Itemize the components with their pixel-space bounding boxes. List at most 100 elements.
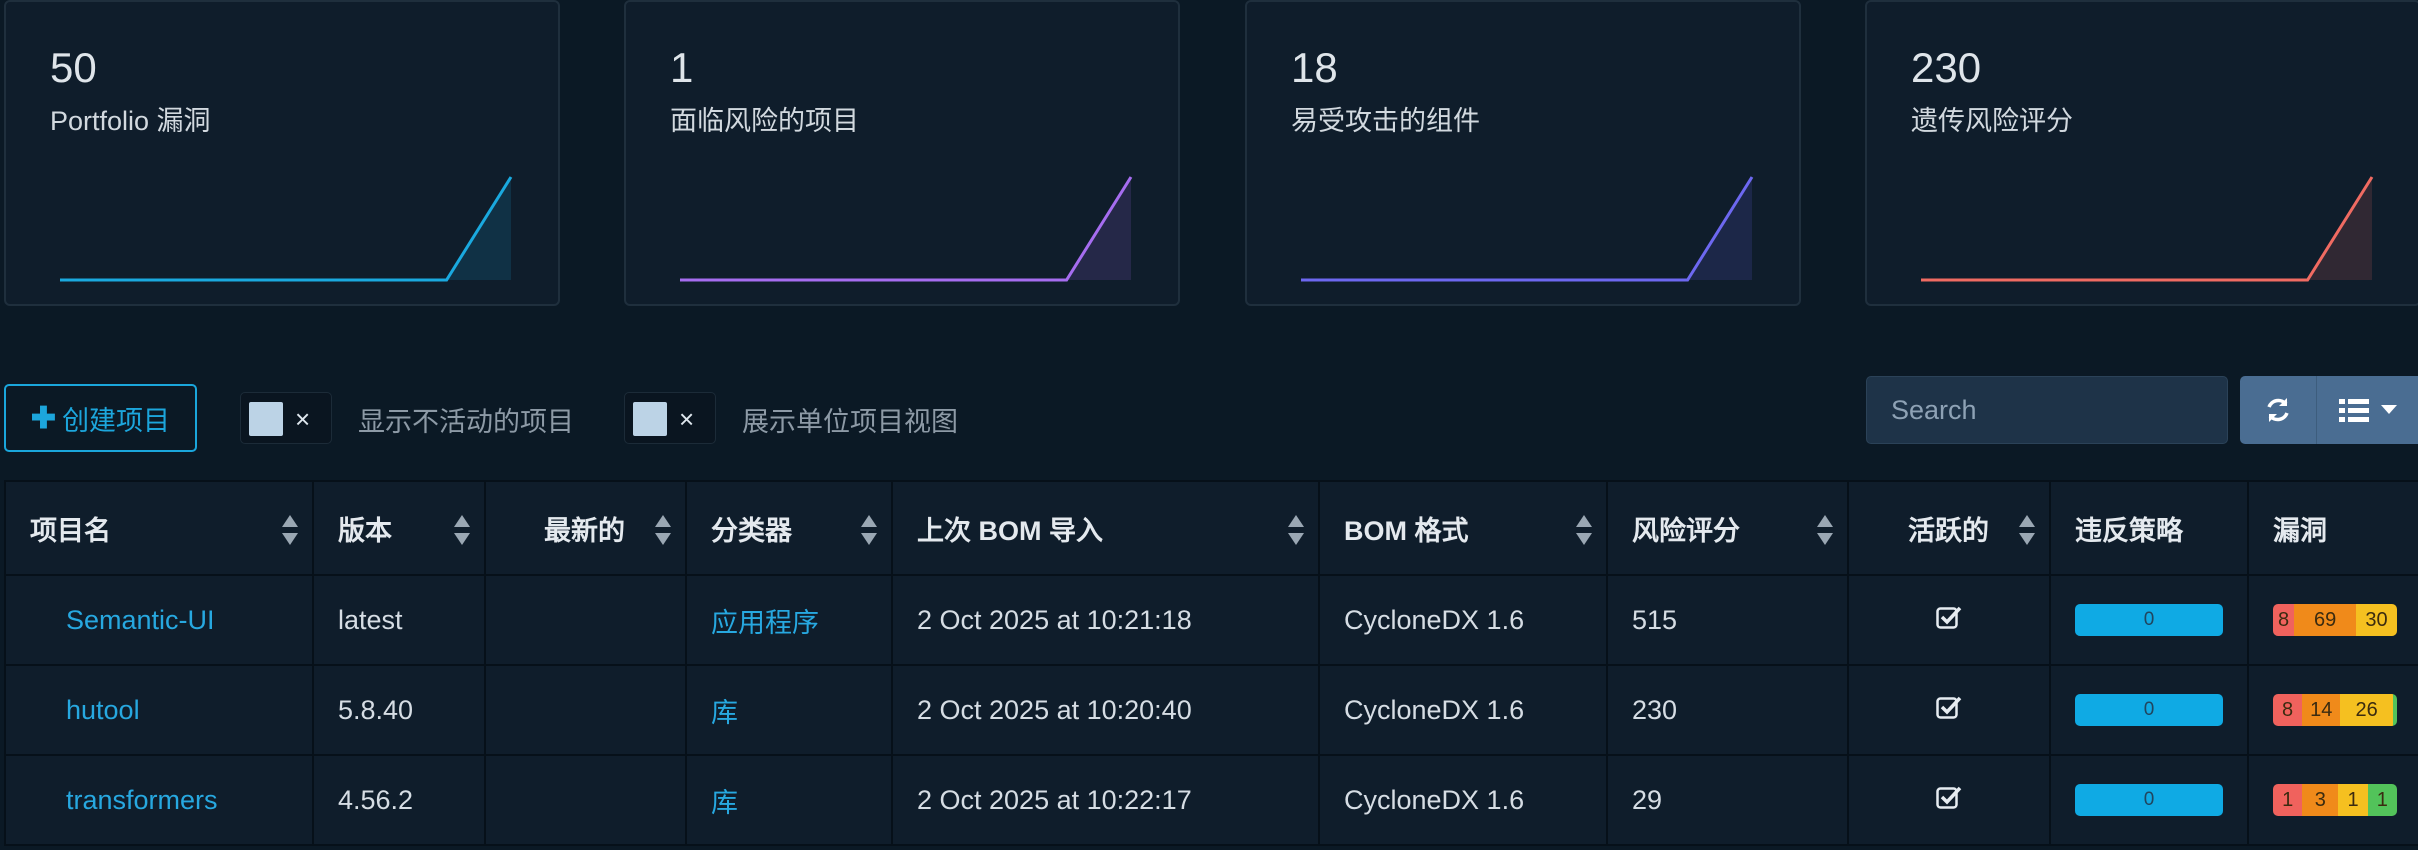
column-header-active[interactable]: 活跃的 bbox=[1847, 480, 2051, 576]
check-square-icon bbox=[1936, 606, 1962, 629]
header-label: 风险评分 bbox=[1632, 515, 1740, 546]
vulnerability-segment: 3 bbox=[2302, 784, 2339, 816]
table-row[interactable]: transformers 4.56.2 库 2 Oct 2025 at 10:2… bbox=[4, 754, 2418, 846]
vulnerability-bar: 8 14 26 bbox=[2273, 694, 2397, 726]
header-label: 版本 bbox=[338, 515, 392, 546]
sort-icon bbox=[655, 515, 671, 545]
policy-violations-bar: 0 bbox=[2075, 604, 2223, 636]
vulnerability-segment: 1 bbox=[2338, 784, 2368, 816]
show-inactive-label: 显示不活动的项目 bbox=[358, 407, 574, 437]
bom-format-cell: CycloneDX 1.6 bbox=[1318, 664, 1608, 756]
table-action-group bbox=[2240, 376, 2418, 444]
last-bom-import-cell: 2 Oct 2025 at 10:21:18 bbox=[891, 574, 1320, 666]
column-header-risk-score[interactable]: 风险评分 bbox=[1606, 480, 1849, 576]
refresh-button[interactable] bbox=[2240, 376, 2316, 444]
vulnerabilities-cell: 8 14 26 bbox=[2247, 664, 2418, 756]
sparkline-chart bbox=[1301, 176, 1754, 282]
active-cell bbox=[1847, 754, 2051, 846]
create-project-button[interactable]: ✚ 创建项目 bbox=[4, 384, 197, 452]
vulnerability-segment: 69 bbox=[2294, 604, 2357, 636]
table-row[interactable]: Semantic-UI latest 应用程序 2 Oct 2025 at 10… bbox=[4, 574, 2418, 666]
projects-table: 项目名 版本 最新的 分类器 上次 BOM 导入 BOM 格式 风险评分 活跃的… bbox=[4, 480, 2418, 846]
column-header-bom-format[interactable]: BOM 格式 bbox=[1318, 480, 1608, 576]
latest-cell bbox=[484, 664, 687, 756]
classifier-link[interactable]: 库 bbox=[685, 754, 893, 846]
classifier-link[interactable]: 应用程序 bbox=[685, 574, 893, 666]
flat-view-toggle[interactable]: × bbox=[624, 392, 716, 444]
header-label: 活跃的 bbox=[1908, 515, 1989, 546]
vulnerability-segment: 8 bbox=[2273, 604, 2295, 636]
header-label: 上次 BOM 导入 bbox=[917, 515, 1103, 546]
columns-dropdown-button[interactable] bbox=[2317, 376, 2418, 444]
project-name-link[interactable]: Semantic-UI bbox=[4, 574, 314, 666]
header-label: 最新的 bbox=[544, 515, 625, 546]
metric-card-projects-at-risk: 1 面临风险的项目 bbox=[624, 0, 1180, 306]
search-input[interactable] bbox=[1866, 376, 2228, 444]
sparkline-area bbox=[60, 177, 511, 280]
last-bom-import-cell: 2 Oct 2025 at 10:22:17 bbox=[891, 754, 1320, 846]
risk-score-cell: 29 bbox=[1606, 754, 1849, 846]
sparkline-line bbox=[60, 176, 513, 282]
column-header-version[interactable]: 版本 bbox=[312, 480, 486, 576]
last-bom-import-cell: 2 Oct 2025 at 10:20:40 bbox=[891, 664, 1320, 756]
sparkline-area bbox=[1301, 177, 1752, 280]
column-header-latest[interactable]: 最新的 bbox=[484, 480, 687, 576]
sparkline-line bbox=[1301, 176, 1754, 282]
list-icon bbox=[2338, 399, 2369, 422]
toggle-box bbox=[633, 402, 667, 436]
bom-format-cell: CycloneDX 1.6 bbox=[1318, 574, 1608, 666]
metric-card-inherited-risk: 230 遗传风险评分 bbox=[1865, 0, 2418, 306]
vulnerabilities-cell: 8 69 30 bbox=[2247, 574, 2418, 666]
sparkline-area bbox=[680, 177, 1131, 280]
vulnerability-segment: 1 bbox=[2367, 784, 2397, 816]
sort-icon bbox=[454, 515, 470, 545]
vulnerability-bar: 1311 bbox=[2273, 784, 2397, 816]
vulnerability-segment: 1 bbox=[2273, 784, 2303, 816]
sparkline-line bbox=[680, 176, 1133, 282]
bom-format-cell: CycloneDX 1.6 bbox=[1318, 754, 1608, 846]
table-header-row: 项目名 版本 最新的 分类器 上次 BOM 导入 BOM 格式 风险评分 活跃的… bbox=[4, 480, 2418, 576]
show-inactive-toggle[interactable]: × bbox=[240, 392, 332, 444]
refresh-icon bbox=[2267, 398, 2289, 422]
risk-score-cell: 515 bbox=[1606, 574, 1849, 666]
vulnerability-segment: 26 bbox=[2340, 694, 2393, 726]
table-row[interactable]: hutool 5.8.40 库 2 Oct 2025 at 10:20:40 C… bbox=[4, 664, 2418, 756]
sparkline-line bbox=[1921, 176, 2374, 282]
policy-violations-bar: 0 bbox=[2075, 784, 2223, 816]
header-label: BOM 格式 bbox=[1344, 515, 1469, 546]
check-square-icon bbox=[1936, 786, 1962, 809]
vulnerabilities-cell: 1311 bbox=[2247, 754, 2418, 846]
project-name-link[interactable]: hutool bbox=[4, 664, 314, 756]
check-square-icon bbox=[1936, 696, 1962, 719]
column-header-classifier[interactable]: 分类器 bbox=[685, 480, 893, 576]
chevron-down-icon bbox=[2380, 405, 2397, 414]
column-header-project-name[interactable]: 项目名 bbox=[4, 480, 314, 576]
project-name-link[interactable]: transformers bbox=[4, 754, 314, 846]
latest-cell bbox=[484, 754, 687, 846]
sparkline-chart bbox=[1921, 176, 2374, 282]
sparkline-chart bbox=[680, 176, 1133, 282]
risk-score-cell: 230 bbox=[1606, 664, 1849, 756]
sparkline-area bbox=[1921, 177, 2372, 280]
column-header-vulnerabilities[interactable]: 漏洞 bbox=[2247, 480, 2418, 576]
sort-icon bbox=[861, 515, 877, 545]
policy-violations-cell: 0 bbox=[2049, 754, 2249, 846]
header-label: 分类器 bbox=[711, 515, 792, 546]
sort-icon bbox=[1576, 515, 1592, 545]
header-label: 漏洞 bbox=[2273, 515, 2327, 546]
classifier-link[interactable]: 库 bbox=[685, 664, 893, 756]
sort-icon bbox=[2019, 515, 2035, 545]
column-header-policy-violations[interactable]: 违反策略 bbox=[2049, 480, 2249, 576]
policy-violations-cell: 0 bbox=[2049, 664, 2249, 756]
active-cell bbox=[1847, 574, 2051, 666]
column-header-last-bom-import[interactable]: 上次 BOM 导入 bbox=[891, 480, 1320, 576]
plus-icon: ✚ bbox=[30, 401, 57, 435]
close-icon: × bbox=[295, 404, 311, 434]
version-cell: 4.56.2 bbox=[312, 754, 486, 846]
metric-card-vulnerable-components: 18 易受攻击的组件 bbox=[1245, 0, 1801, 306]
vulnerability-segment: 8 bbox=[2273, 694, 2303, 726]
create-project-label: 创建项目 bbox=[62, 405, 171, 436]
vulnerability-segment: 14 bbox=[2302, 694, 2341, 726]
sort-icon bbox=[1288, 515, 1304, 545]
header-label: 违反策略 bbox=[2075, 515, 2183, 546]
